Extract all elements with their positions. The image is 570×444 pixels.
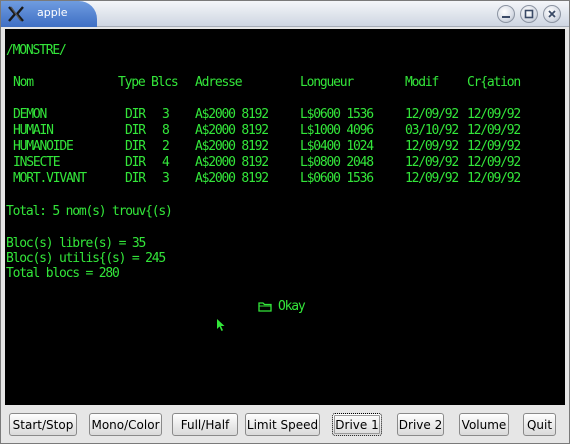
- quit-button[interactable]: Quit: [523, 413, 556, 436]
- close-icon[interactable]: [543, 5, 561, 23]
- row-address: A$2000 8192: [195, 139, 269, 154]
- row-modified: 12/09/92: [405, 139, 459, 154]
- row-modified: 12/09/92: [405, 155, 459, 170]
- header-modified: Modif: [405, 75, 439, 90]
- row-length: L$0400 1024: [300, 139, 374, 154]
- header-address: Adresse: [195, 75, 243, 90]
- row-type: DIR: [125, 123, 146, 138]
- row-name: HUMANOIDE: [13, 139, 74, 154]
- row-modified: 12/09/92: [405, 107, 459, 122]
- header-type: Type: [118, 75, 146, 90]
- volume-button[interactable]: Volume: [459, 413, 509, 436]
- total-blocks: Total blocs = 280: [6, 266, 120, 281]
- row-modified: 12/09/92: [405, 171, 459, 186]
- row-created: 12/09/92: [467, 123, 521, 138]
- control-button-bar: Start/Stop Mono/Color Full/Half Limit Sp…: [1, 407, 569, 443]
- free-blocks: Bloc(s) libre(s) = 35: [6, 236, 146, 251]
- mono-color-button[interactable]: Mono/Color: [89, 413, 162, 436]
- total-found: Total: 5 nom(s) trouv{(s): [6, 204, 173, 219]
- row-name: HUMAIN: [13, 123, 54, 138]
- emulator-screen[interactable]: /MONSTRE/ Nom Type Blcs Adresse Longueur…: [5, 29, 565, 405]
- maximize-icon[interactable]: [520, 5, 538, 23]
- directory-path: /MONSTRE/: [6, 43, 67, 58]
- title-tab: apple: [1, 1, 97, 27]
- row-length: L$0600 1536: [300, 107, 374, 122]
- header-blocks: Blcs: [151, 75, 179, 90]
- okay-label[interactable]: Okay: [278, 300, 306, 314]
- row-address: A$2000 8192: [195, 171, 269, 186]
- emulator-window: apple /MONSTRE/ Nom Type Blcs Adresse Lo…: [0, 0, 570, 444]
- minimize-icon[interactable]: [497, 5, 515, 23]
- row-name: INSECTE: [13, 155, 61, 170]
- mouse-cursor-icon: [217, 319, 225, 331]
- window-title: apple: [37, 6, 68, 19]
- row-modified: 03/10/92: [405, 123, 459, 138]
- used-blocks: Bloc(s) utilis{(s) = 245: [6, 251, 166, 266]
- full-half-button[interactable]: Full/Half: [172, 413, 238, 436]
- row-created: 12/09/92: [467, 171, 521, 186]
- x-app-icon[interactable]: [7, 5, 25, 23]
- row-type: DIR: [125, 139, 146, 154]
- row-created: 12/09/92: [467, 155, 521, 170]
- row-length: L$0800 2048: [300, 155, 374, 170]
- row-blocks: 4: [162, 155, 170, 170]
- row-address: A$2000 8192: [195, 155, 269, 170]
- row-created: 12/09/92: [467, 139, 521, 154]
- row-address: A$2000 8192: [195, 123, 269, 138]
- row-name: DEMON: [13, 107, 47, 122]
- row-blocks: 3: [162, 171, 170, 186]
- header-created: Cr{ation: [467, 75, 521, 90]
- drive-1-button[interactable]: Drive 1: [332, 413, 382, 436]
- row-length: L$1000 4096: [300, 123, 374, 138]
- row-type: DIR: [125, 171, 146, 186]
- header-name: Nom: [13, 75, 34, 90]
- drive-2-button[interactable]: Drive 2: [397, 413, 444, 436]
- header-length: Longueur: [300, 75, 354, 90]
- row-blocks: 8: [162, 123, 170, 138]
- row-blocks: 2: [162, 139, 170, 154]
- row-blocks: 3: [162, 107, 170, 122]
- start-stop-button[interactable]: Start/Stop: [9, 413, 77, 436]
- limit-speed-button[interactable]: Limit Speed: [245, 413, 320, 436]
- row-length: L$0600 1536: [300, 171, 374, 186]
- folder-icon: [258, 302, 272, 312]
- row-address: A$2000 8192: [195, 107, 269, 122]
- row-name: MORT.VIVANT: [13, 171, 87, 186]
- title-bar[interactable]: apple: [1, 1, 569, 27]
- row-type: DIR: [125, 107, 146, 122]
- row-type: DIR: [125, 155, 146, 170]
- row-created: 12/09/92: [467, 107, 521, 122]
